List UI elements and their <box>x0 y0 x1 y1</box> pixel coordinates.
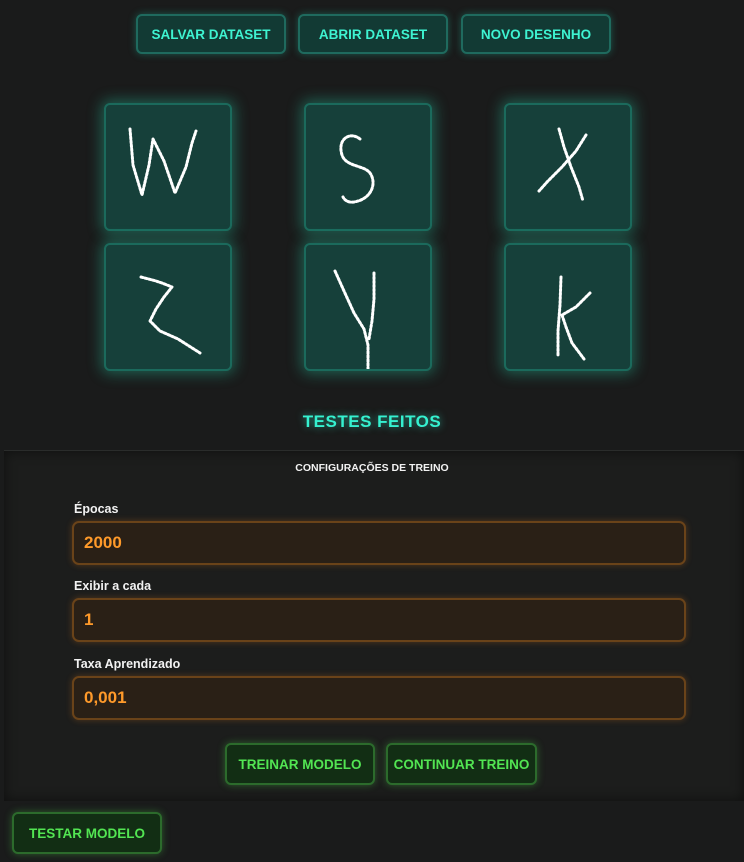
sample-tile-z[interactable] <box>104 243 232 371</box>
test-model-button[interactable]: TESTAR MODELO <box>12 812 162 854</box>
epochs-label: Épocas <box>74 502 119 516</box>
save-dataset-button[interactable]: SALVAR DATASET <box>136 14 286 54</box>
learning-rate-input[interactable]: 0,001 <box>72 676 686 720</box>
sample-tile-y[interactable] <box>304 243 432 371</box>
learning-rate-label: Taxa Aprendizado <box>74 657 181 671</box>
handwritten-w-drawing <box>128 127 198 197</box>
train-model-button[interactable]: TREINAR MODELO <box>225 743 375 785</box>
handwritten-z-drawing <box>139 275 202 355</box>
training-config-title: CONFIGURAÇÕES DE TREINO <box>295 462 449 474</box>
handwritten-y-drawing <box>333 269 376 369</box>
sample-tile-k[interactable] <box>504 243 632 371</box>
sample-tile-w[interactable] <box>104 103 232 231</box>
open-dataset-button[interactable]: ABRIR DATASET <box>298 14 448 54</box>
handwritten-k-drawing <box>556 275 592 361</box>
training-config-panel: CONFIGURAÇÕES DE TREINO Épocas 2000 Exib… <box>4 450 744 801</box>
new-drawing-button[interactable]: NOVO DESENHO <box>461 14 611 54</box>
display-every-label: Exibir a cada <box>74 579 152 593</box>
epochs-input[interactable]: 2000 <box>72 521 686 565</box>
handwritten-x-drawing <box>537 127 588 203</box>
display-every-input[interactable]: 1 <box>72 598 686 642</box>
sample-tile-x[interactable] <box>504 103 632 231</box>
handwritten-s-drawing <box>339 134 375 204</box>
sample-tile-s[interactable] <box>304 103 432 231</box>
tests-done-title: TESTES FEITOS <box>302 412 442 431</box>
toolbar: SALVAR DATASET ABRIR DATASET NOVO DESENH… <box>0 14 744 56</box>
continue-training-button[interactable]: CONTINUAR TREINO <box>386 743 537 785</box>
